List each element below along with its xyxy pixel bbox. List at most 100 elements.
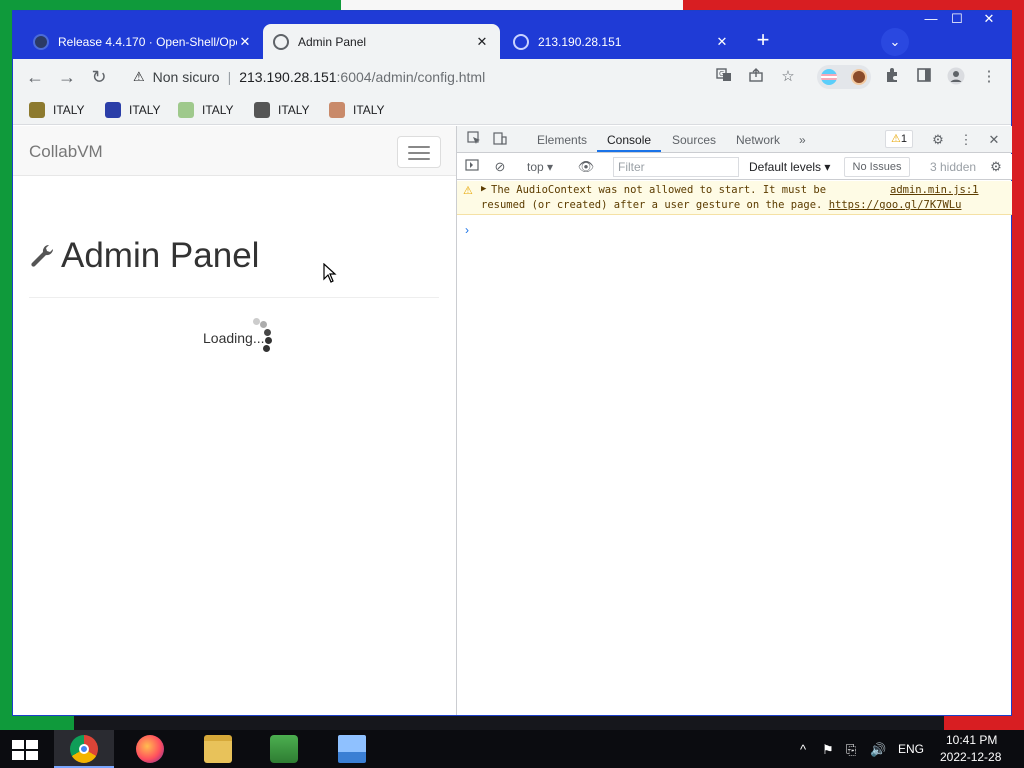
url-path: :6004/admin/config.html	[336, 69, 486, 85]
tab-sources[interactable]: Sources	[672, 133, 716, 147]
folder-icon	[204, 735, 232, 763]
bookmark-label: ITALY	[278, 103, 310, 117]
share-icon[interactable]	[746, 67, 766, 87]
reload-button[interactable]: ↻	[87, 65, 111, 89]
account-icon[interactable]	[946, 67, 966, 87]
kebab-menu-icon[interactable]: ⋮	[979, 67, 999, 87]
settings-gear-icon[interactable]: ⚙	[929, 131, 947, 149]
back-button[interactable]: ←	[23, 65, 47, 89]
window-close-button[interactable]: ✕	[973, 11, 1005, 27]
flag-green-band	[0, 716, 74, 730]
bookmark-item[interactable]: ITALY	[178, 101, 234, 119]
warning-icon[interactable]: ⚠	[133, 69, 145, 85]
clock-date[interactable]: 2022-12-28	[940, 750, 1001, 764]
browser-window: Release 4.4.170 · Open-Shell/Ope ✕ Admin…	[12, 10, 1012, 716]
taskbar-firefox[interactable]	[120, 730, 180, 768]
tab-elements[interactable]: Elements	[537, 133, 587, 147]
tab-close-icon[interactable]: ✕	[237, 34, 253, 50]
security-label[interactable]: Non sicuro	[153, 69, 220, 85]
pride-flag-icon	[821, 69, 837, 85]
live-expression-eye-icon[interactable]: 👁	[577, 158, 595, 176]
taskbar-chrome[interactable]	[54, 730, 114, 768]
tab-admin-panel[interactable]: Admin Panel ✕	[263, 24, 500, 59]
windows-start-icon[interactable]	[12, 740, 38, 760]
console-settings-gear-icon[interactable]: ⚙	[987, 158, 1005, 176]
tab-close-icon[interactable]: ✕	[474, 34, 490, 50]
bookmark-star-icon[interactable]: ☆	[778, 67, 798, 87]
clear-console-icon[interactable]: ⊘	[491, 158, 509, 176]
globe-icon	[513, 33, 529, 50]
tab-network[interactable]: Network	[736, 133, 780, 147]
bookmark-item[interactable]: ITALY	[254, 101, 310, 119]
extensions-icon[interactable]	[882, 67, 902, 87]
language-indicator[interactable]: ENG	[898, 742, 924, 756]
maximize-button[interactable]: ☐	[945, 11, 969, 27]
tab-title: 213.190.28.151	[538, 34, 622, 49]
volume-icon[interactable]: 🔊	[870, 742, 886, 758]
tab-console[interactable]: Console	[607, 133, 651, 147]
warning-icon: ⚠	[463, 185, 473, 197]
warning-count-badge[interactable]: ⚠1	[885, 130, 913, 148]
console-filter-input[interactable]: Filter	[613, 157, 739, 177]
new-tab-button[interactable]: +	[751, 29, 775, 53]
warning-text-line1: The AudioContext was not allowed to star…	[491, 184, 827, 196]
bookmark-item[interactable]: ITALY	[29, 101, 85, 119]
log-levels-dropdown[interactable]: Default levels ▾	[749, 160, 830, 174]
more-tabs-icon[interactable]: »	[799, 133, 806, 147]
navbar-toggle-button[interactable]	[397, 136, 441, 168]
loading-spinner-icon	[253, 318, 283, 358]
users-network-icon	[270, 735, 298, 763]
tab-title: Admin Panel	[298, 34, 367, 49]
inspect-element-icon[interactable]	[465, 131, 483, 149]
brand-link[interactable]: CollabVM	[29, 142, 103, 162]
tab-close-icon[interactable]: ✕	[714, 34, 730, 50]
minimize-button[interactable]: —	[919, 11, 943, 27]
docs-link[interactable]: https://goo.gl/7K7WLu	[829, 199, 962, 211]
address-bar[interactable]: ⚠ Non sicuro | 213.190.28.151 :6004/admi…	[123, 63, 801, 91]
issues-button[interactable]: No Issues	[844, 157, 910, 177]
bookmark-item[interactable]: ITALY	[329, 101, 385, 119]
tray-overflow-icon[interactable]: ^	[800, 742, 806, 757]
console-warning-message: ⚠ ▶ The AudioContext was not allowed to …	[457, 181, 1012, 215]
taskbar-file-explorer[interactable]	[188, 730, 248, 768]
source-link[interactable]: admin.min.js:1	[890, 184, 979, 196]
flag-icon[interactable]: ⚑	[822, 742, 834, 758]
wrench-icon	[29, 242, 55, 275]
active-tab-indicator	[597, 150, 661, 152]
warning-text: resumed (or created) after a user gestur…	[481, 199, 823, 211]
tab-search-button[interactable]: ⌄	[881, 28, 909, 56]
hidden-count: 3 hidden	[930, 160, 977, 174]
chevron-down-icon: ▾	[547, 160, 554, 174]
bookmark-label: ITALY	[353, 103, 385, 117]
context-selector[interactable]: top ▾	[527, 160, 553, 174]
tab-ip-address[interactable]: 213.190.28.151 ✕	[503, 24, 740, 59]
sidebar-toggle-icon[interactable]	[463, 158, 481, 176]
bookmarks-bar: ITALY ITALY ITALY ITALY ITALY	[13, 95, 1011, 125]
bird-icon	[178, 102, 194, 118]
url-host: 213.190.28.151	[239, 69, 337, 85]
address-separator: |	[227, 69, 232, 85]
badge-icon	[254, 102, 270, 118]
taskbar-network-app[interactable]	[254, 730, 314, 768]
devtools-menu-icon[interactable]: ⋮	[957, 131, 975, 149]
forward-button[interactable]: →	[55, 65, 79, 89]
clock-time[interactable]: 10:41 PM	[946, 733, 997, 747]
side-panel-icon[interactable]	[914, 67, 934, 87]
profile-chip[interactable]	[817, 65, 871, 89]
bookmark-label: ITALY	[53, 103, 85, 117]
tab-open-shell-release[interactable]: Release 4.4.170 · Open-Shell/Ope ✕	[23, 24, 263, 59]
network-icon[interactable]: ⎘	[846, 742, 856, 758]
device-toolbar-icon[interactable]	[491, 131, 509, 149]
x-icon	[105, 102, 121, 118]
devtools-close-icon[interactable]: ✕	[985, 131, 1003, 149]
window-shadow	[74, 716, 944, 730]
expand-triangle-icon[interactable]: ▶	[481, 184, 486, 194]
devtools-panel: Elements Console Sources Network » ⚠1 ⚙ …	[456, 126, 1012, 715]
translate-icon[interactable]: G	[714, 67, 734, 87]
browser-toolbar: ← → ↻ ⚠ Non sicuro | 213.190.28.151 :600…	[13, 59, 1011, 95]
globe-icon	[273, 33, 289, 50]
bookmark-item[interactable]: ITALY	[105, 101, 161, 119]
console-prompt-icon[interactable]: ›	[465, 223, 469, 237]
bookmark-label: ITALY	[129, 103, 161, 117]
taskbar-image-viewer[interactable]	[322, 730, 382, 768]
